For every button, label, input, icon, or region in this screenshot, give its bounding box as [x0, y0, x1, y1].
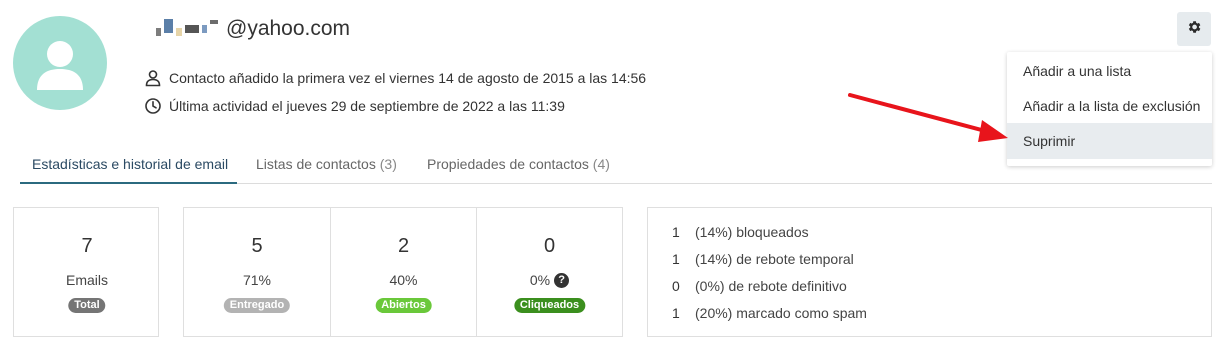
contact-added-text: Contacto añadido la primera vez el viern…	[169, 70, 647, 86]
list-item: 0 (0%) de rebote definitivo	[672, 278, 847, 294]
tab-count: (3)	[379, 156, 397, 172]
last-activity-text: Última actividad el jueves 29 de septiem…	[169, 98, 565, 114]
menu-item-add-to-list[interactable]: Añadir a una lista	[1007, 53, 1212, 89]
tab-label: Estadísticas e historial de email	[32, 156, 229, 172]
stat-delivered: 5 71% Entregado	[184, 208, 330, 336]
redacted-email-prefix	[156, 19, 218, 36]
bounce-summary-card: 1 (14%) bloqueados 1 (14%) de rebote tempo…	[647, 207, 1212, 337]
tab-count: (4)	[592, 156, 610, 172]
stat-clicked: 0 0% ? Cliqueados	[476, 208, 622, 336]
stat-total: 7 Emails Total	[14, 208, 160, 336]
last-activity-info: Última actividad el jueves 29 de septiem…	[144, 97, 565, 115]
status-badge-delivered: Entregado	[223, 298, 291, 313]
stat-label: 40%	[389, 272, 418, 288]
stat-value: 5	[251, 235, 263, 257]
menu-item-delete[interactable]: Suprimir	[1007, 123, 1212, 159]
stat-card-delivery: 5 71% Entregado 2 40% Abiertos 0 0% ? Cl…	[183, 207, 623, 337]
tab-email-stats[interactable]: Estadísticas e historial de email	[20, 146, 237, 184]
clock-icon	[144, 97, 162, 115]
stat-value: 2	[397, 235, 410, 257]
menu-item-add-to-blocklist[interactable]: Añadir a la lista de exclusión	[1007, 88, 1212, 124]
email-domain: @yahoo.com	[226, 17, 351, 40]
tab-contact-properties[interactable]: Propiedades de contactos (4)	[427, 146, 610, 184]
contact-actions-menu: Añadir a una lista Añadir a la lista de …	[1007, 52, 1212, 166]
stat-label: 71%	[242, 272, 272, 288]
list-item: 1 (14%) bloqueados	[672, 224, 809, 240]
tab-label: Listas de contactos	[256, 156, 376, 172]
status-badge-clicked: Cliqueados	[513, 298, 586, 313]
status-badge-opened: Abiertos	[375, 298, 432, 313]
settings-button[interactable]	[1177, 12, 1211, 46]
tab-label: Propiedades de contactos	[427, 156, 589, 172]
tab-contact-lists[interactable]: Listas de contactos (3)	[256, 146, 397, 184]
stat-value: 0	[543, 235, 556, 257]
annotation-arrow	[848, 93, 1008, 142]
question-circle-icon[interactable]: ?	[554, 272, 570, 288]
stat-card-emails: 7 Emails Total	[13, 207, 159, 337]
contact-added-info: Contacto añadido la primera vez el viern…	[144, 69, 646, 87]
stat-label: Emails	[65, 272, 108, 288]
person-outline-icon	[144, 69, 162, 87]
list-item: 1 (14%) de rebote temporal	[672, 251, 854, 267]
status-badge-total: Total	[68, 298, 106, 313]
list-item: 1 (20%) marcado como spam	[672, 305, 867, 321]
contact-email: @yahoo.com	[156, 14, 350, 44]
user-silhouette-icon	[37, 41, 83, 90]
gear-icon	[1186, 19, 1202, 40]
stat-opened: 2 40% Abiertos	[330, 208, 476, 336]
stat-value: 7	[81, 235, 93, 257]
avatar	[13, 16, 107, 110]
stat-label: 0% ?	[477, 272, 622, 288]
